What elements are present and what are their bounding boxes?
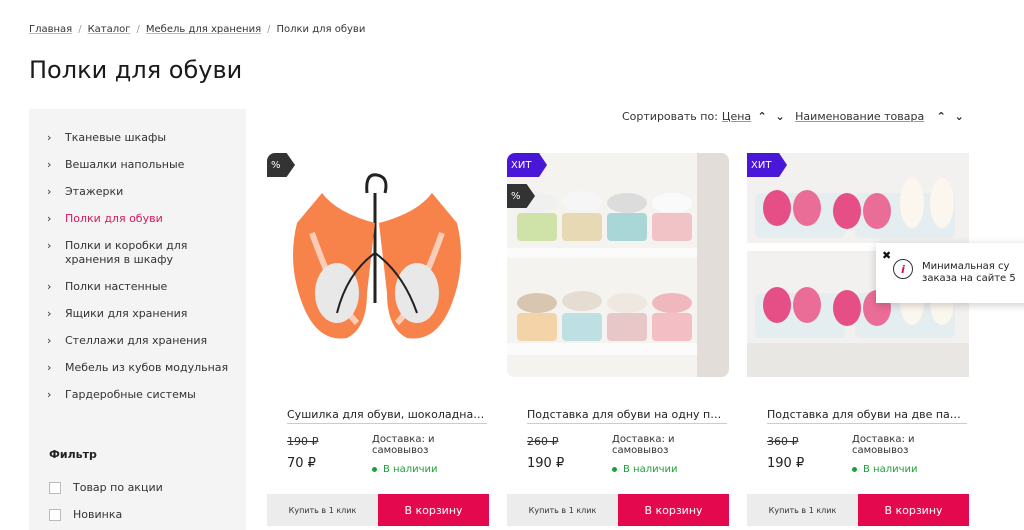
- delivery-info: Доставка: и самовывоз: [612, 434, 675, 456]
- sort-label: Сортировать по:: [622, 110, 718, 123]
- sort-asc-icon[interactable]: ⌃: [934, 110, 948, 123]
- chevron-right-icon: ›: [47, 158, 52, 171]
- breadcrumb-separator: /: [78, 24, 82, 35]
- breadcrumb-home[interactable]: Главная: [29, 24, 72, 35]
- filter-new[interactable]: Новинка: [49, 508, 122, 521]
- chevron-right-icon: ›: [47, 307, 52, 320]
- breadcrumb-catalog[interactable]: Каталог: [88, 24, 131, 35]
- chevron-right-icon: ›: [47, 239, 52, 252]
- breadcrumb-storage-furniture[interactable]: Мебель для хранения: [146, 24, 261, 35]
- info-icon: i: [893, 259, 913, 279]
- sidebar-item-storage-racks[interactable]: › Стеллажи для хранения: [29, 334, 246, 348]
- breadcrumb-current: Полки для обуви: [276, 24, 366, 35]
- page-title: Полки для обуви: [29, 56, 243, 84]
- chevron-right-icon: ›: [47, 388, 52, 401]
- stock-status: В наличии: [852, 464, 918, 475]
- sidebar-item-shoe-shelves[interactable]: › Полки для обуви: [29, 212, 246, 226]
- category-list: › Тканевые шкафы › Вешалки напольные › Этаж…: [29, 131, 246, 415]
- chevron-right-icon: ›: [47, 185, 52, 198]
- product-name[interactable]: Подставка для обуви на две пары...: [767, 408, 967, 424]
- breadcrumb-separator: /: [267, 24, 271, 35]
- delivery-info: Доставка: и самовывоз: [372, 434, 435, 456]
- add-to-cart-button[interactable]: В корзину: [858, 494, 969, 526]
- stock-status: В наличии: [612, 464, 678, 475]
- delivery-info: Доставка: и самовывоз: [852, 434, 915, 456]
- hit-badge: ХИТ: [507, 153, 547, 177]
- sort-desc-icon[interactable]: ⌄: [952, 110, 966, 123]
- stock-dot-icon: [372, 467, 377, 472]
- product-name[interactable]: Сушилка для обуви, шоколадная, ...: [287, 408, 487, 424]
- price: 190 ₽: [527, 456, 565, 471]
- product-card: ХИТ % Подставка для обуви на одну пар...…: [507, 153, 729, 526]
- stock-dot-icon: [852, 467, 857, 472]
- close-icon[interactable]: ✖: [882, 249, 891, 262]
- checkbox[interactable]: [49, 508, 61, 521]
- old-price: 190 ₽: [287, 435, 319, 448]
- popup-message: Минимальная су заказа на сайте 5: [922, 261, 1016, 284]
- product-image-shoe-stand-single[interactable]: ХИТ %: [507, 153, 729, 377]
- breadcrumb: Главная / Каталог / Мебель для хранения …: [29, 24, 365, 35]
- sort-desc-icon[interactable]: ⌄: [773, 110, 787, 123]
- product-card: % Сушилка для обуви, шоколадная, ... 190…: [267, 153, 489, 526]
- checkbox[interactable]: [49, 481, 61, 494]
- hit-badge: ХИТ: [747, 153, 787, 177]
- buy-one-click-button[interactable]: Купить в 1 клик: [267, 494, 378, 526]
- min-order-popup: ✖ i Минимальная су заказа на сайте 5: [876, 243, 1024, 303]
- old-price: 360 ₽: [767, 435, 799, 448]
- buy-one-click-button[interactable]: Купить в 1 клик: [747, 494, 858, 526]
- sort-by-price[interactable]: Цена: [722, 110, 751, 123]
- chevron-right-icon: ›: [47, 131, 52, 144]
- sidebar-item-wardrobe-systems[interactable]: › Гардеробные системы: [29, 388, 246, 402]
- chevron-right-icon: ›: [47, 212, 52, 225]
- sort-asc-icon[interactable]: ⌃: [755, 110, 769, 123]
- sidebar-item-modular-cubes[interactable]: › Мебель из кубов модульная: [29, 361, 246, 375]
- sidebar-item-storage-boxes[interactable]: › Ящики для хранения: [29, 307, 246, 321]
- sort-bar: Сортировать по: Цена ⌃ ⌄ Наименование то…: [622, 110, 966, 123]
- add-to-cart-button[interactable]: В корзину: [618, 494, 729, 526]
- sidebar-item-closet-shelves-boxes[interactable]: › Полки и коробки для хранения в шкафу: [29, 239, 246, 267]
- product-image-shoe-dryer[interactable]: %: [267, 153, 489, 377]
- filter-promo[interactable]: Товар по акции: [49, 481, 163, 494]
- stock-status: В наличии: [372, 464, 438, 475]
- sidebar-item-whatnots[interactable]: › Этажерки: [29, 185, 246, 199]
- shoe-dryer-illustration: [293, 173, 461, 339]
- chevron-right-icon: ›: [47, 280, 52, 293]
- buy-one-click-button[interactable]: Купить в 1 клик: [507, 494, 618, 526]
- breadcrumb-separator: /: [136, 24, 140, 35]
- sidebar-item-wall-shelves[interactable]: › Полки настенные: [29, 280, 246, 294]
- sidebar: › Тканевые шкафы › Вешалки напольные › Этаж…: [29, 109, 246, 530]
- price: 190 ₽: [767, 456, 805, 471]
- old-price: 260 ₽: [527, 435, 559, 448]
- stock-dot-icon: [612, 467, 617, 472]
- sidebar-item-fabric-wardrobes[interactable]: › Тканевые шкафы: [29, 131, 246, 145]
- sidebar-item-floor-hangers[interactable]: › Вешалки напольные: [29, 158, 246, 172]
- add-to-cart-button[interactable]: В корзину: [378, 494, 489, 526]
- filter-title: Фильтр: [49, 448, 97, 461]
- chevron-right-icon: ›: [47, 334, 52, 347]
- shoe-stand-illustration: [507, 153, 729, 377]
- chevron-right-icon: ›: [47, 361, 52, 374]
- price: 70 ₽: [287, 456, 316, 471]
- product-name[interactable]: Подставка для обуви на одну пар...: [527, 408, 727, 424]
- sort-by-name[interactable]: Наименование товара: [795, 110, 924, 123]
